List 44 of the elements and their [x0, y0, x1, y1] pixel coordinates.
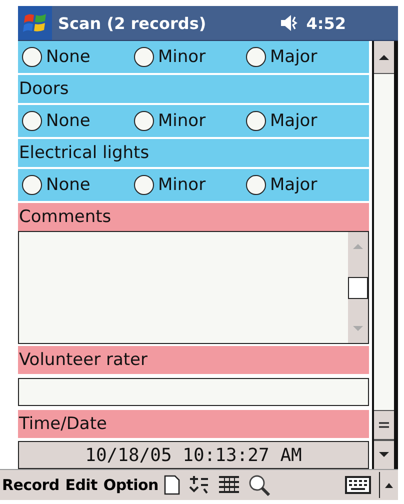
scrollbar[interactable]: [348, 232, 368, 343]
scroll-up-icon[interactable]: [378, 53, 390, 61]
menu-item[interactable]: Record: [2, 476, 60, 494]
radio-option[interactable]: Minor: [134, 47, 246, 67]
clock-time[interactable]: 4:52: [306, 14, 346, 32]
radio-option[interactable]: Major: [246, 47, 358, 67]
field-label: Time/Date: [18, 410, 369, 438]
radio-button[interactable]: [22, 111, 42, 131]
radio-button[interactable]: [134, 47, 154, 67]
caret-icon: [384, 481, 394, 489]
menu-item[interactable]: Edit: [65, 476, 98, 494]
radio-button[interactable]: [134, 111, 154, 131]
keyboard-icon[interactable]: [345, 476, 371, 494]
radio-option[interactable]: None: [22, 175, 134, 195]
field-label: Doors: [18, 75, 369, 103]
field-label: Comments: [18, 203, 369, 231]
radio-option[interactable]: Major: [246, 111, 358, 131]
start-button[interactable]: [18, 6, 52, 40]
search-icon[interactable]: [248, 474, 272, 496]
menu-item[interactable]: Option: [103, 476, 158, 494]
scroll-thumb[interactable]: [348, 276, 368, 298]
sort-icon[interactable]: [188, 475, 210, 495]
field-label: Volunteer rater: [18, 346, 369, 374]
scrollbar[interactable]: [372, 41, 396, 469]
scroll-down-icon[interactable]: [378, 451, 390, 459]
radio-option[interactable]: Minor: [134, 175, 246, 195]
radio-button[interactable]: [246, 111, 266, 131]
new-document-icon[interactable]: [164, 475, 180, 495]
input-field[interactable]: [18, 378, 369, 406]
radio-option[interactable]: Major: [246, 175, 358, 195]
comments-field[interactable]: [18, 231, 369, 344]
radio-button[interactable]: [22, 175, 42, 195]
date-time-button[interactable]: 10/18/05 10:13:27 AM: [18, 441, 369, 469]
window-title: Scan (2 records): [58, 14, 206, 32]
radio-button[interactable]: [246, 175, 266, 195]
grid-icon[interactable]: [218, 475, 240, 495]
radio-option[interactable]: None: [22, 111, 134, 131]
scroll-thumb-icon[interactable]: [378, 421, 390, 429]
radio-option[interactable]: Minor: [134, 111, 246, 131]
radio-button[interactable]: [134, 175, 154, 195]
radio-button[interactable]: [22, 47, 42, 67]
radio-option[interactable]: None: [22, 47, 134, 67]
radio-button[interactable]: [246, 47, 266, 67]
field-label: Electrical lights: [18, 139, 369, 167]
